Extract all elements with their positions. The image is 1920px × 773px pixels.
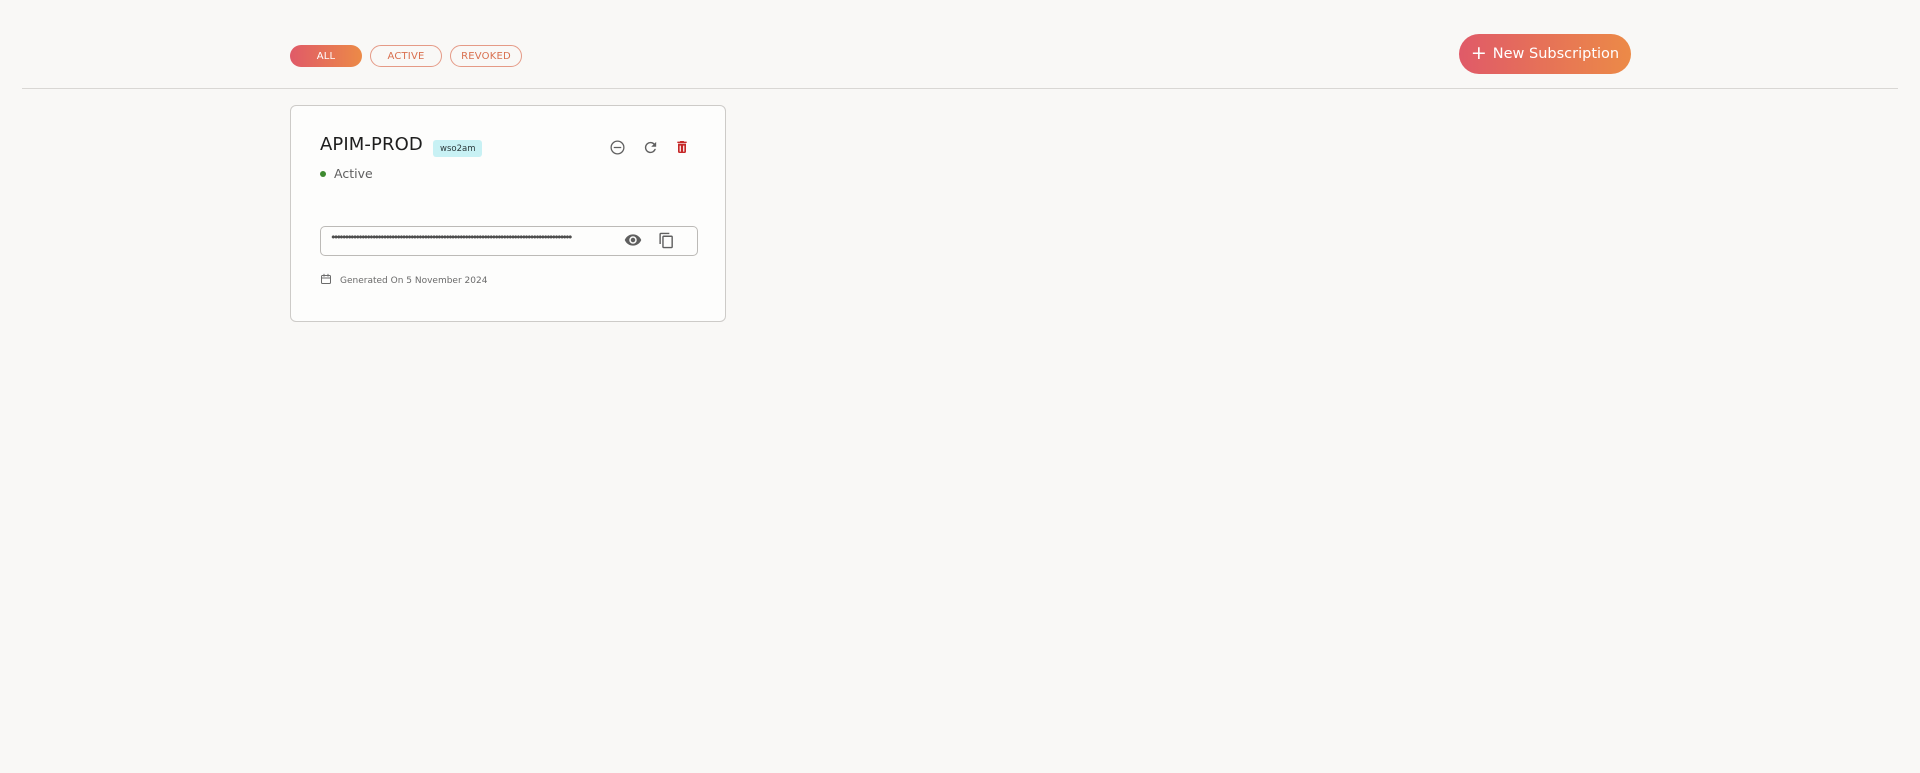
plus-icon: + bbox=[1470, 41, 1487, 64]
eye-icon bbox=[624, 231, 642, 253]
filter-revoked-chip[interactable]: REVOKED bbox=[450, 45, 522, 67]
card-actions bbox=[607, 139, 697, 159]
subscription-title: APIM-PROD bbox=[320, 134, 423, 155]
subscription-card: APIM-PROD wso2am Active ••••••••••••••••… bbox=[290, 105, 726, 322]
trash-icon bbox=[674, 139, 690, 159]
generated-date: Generated On 5 November 2024 bbox=[320, 273, 487, 288]
delete-button[interactable] bbox=[672, 139, 692, 159]
copy-key-button[interactable] bbox=[656, 232, 676, 252]
calendar-icon bbox=[320, 273, 332, 288]
copy-icon bbox=[658, 232, 675, 253]
status-label: Active bbox=[334, 166, 373, 181]
minus-circle-icon bbox=[609, 139, 626, 160]
masked-key-value: ••••••••••••••••••••••••••••••••••••••••… bbox=[330, 231, 573, 244]
subscription-key-field[interactable]: ••••••••••••••••••••••••••••••••••••••••… bbox=[320, 226, 698, 256]
gateway-badge: wso2am bbox=[433, 140, 483, 157]
refresh-icon bbox=[642, 139, 659, 160]
filter-active-chip[interactable]: ACTIVE bbox=[370, 45, 442, 67]
toggle-visibility-button[interactable] bbox=[623, 232, 643, 252]
new-subscription-button[interactable]: + New Subscription bbox=[1459, 34, 1631, 74]
generated-date-label: Generated On 5 November 2024 bbox=[340, 275, 488, 286]
status-indicator: Active bbox=[320, 166, 373, 181]
status-filter-group: ALL ACTIVE REVOKED bbox=[290, 45, 522, 67]
status-dot bbox=[320, 170, 326, 177]
new-subscription-label: New Subscription bbox=[1492, 46, 1620, 62]
revoke-button[interactable] bbox=[607, 139, 627, 159]
regenerate-button[interactable] bbox=[640, 139, 660, 159]
header-divider bbox=[22, 88, 1898, 89]
filter-all-chip[interactable]: ALL bbox=[290, 45, 362, 67]
